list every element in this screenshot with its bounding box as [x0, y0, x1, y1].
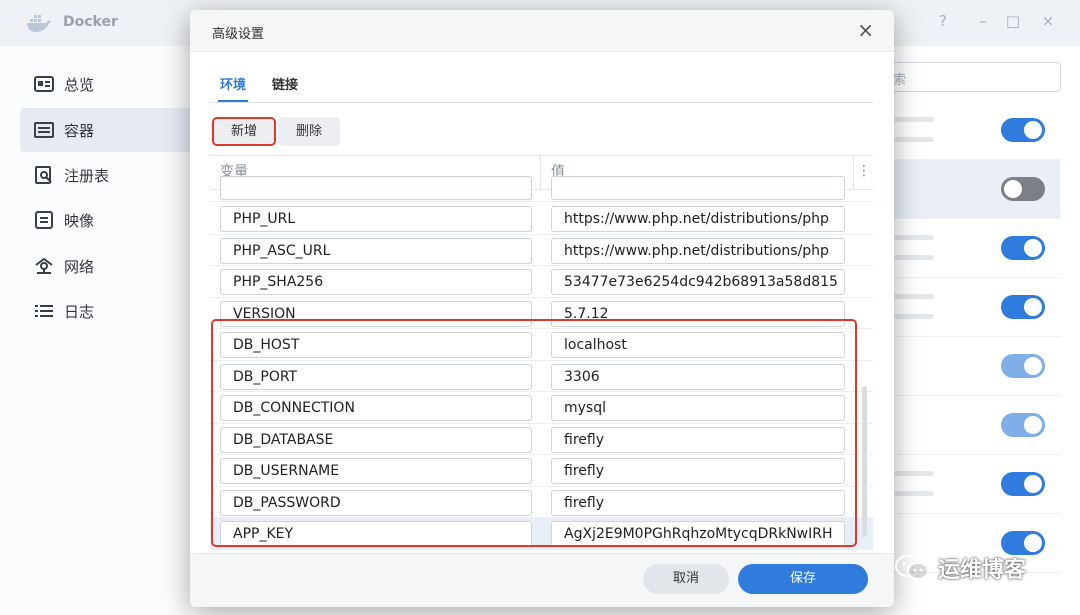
list-item[interactable] — [870, 219, 1060, 278]
image-icon — [34, 210, 54, 230]
container-toggle[interactable] — [1001, 472, 1045, 496]
log-list-icon — [34, 301, 54, 321]
list-item[interactable] — [870, 396, 1060, 455]
toggle-knob — [1004, 180, 1022, 198]
tab-links[interactable]: 链接 — [272, 74, 298, 93]
sidebar: 总览 容器 注册表 映像 网络 日志 — [0, 46, 190, 615]
table-scrollbar[interactable] — [862, 386, 867, 536]
table-row — [210, 176, 873, 202]
dialog-title: 高级设置 — [212, 27, 265, 42]
container-list-icon — [34, 120, 54, 140]
list-item-text-placeholder — [894, 137, 934, 142]
wechat-icon — [895, 555, 929, 580]
sidebar-item-label: 容器 — [64, 121, 95, 140]
maximize-icon[interactable]: □ — [1003, 12, 1023, 30]
overview-icon — [34, 74, 54, 94]
list-item-text-placeholder — [894, 117, 934, 122]
list-item[interactable] — [870, 101, 1060, 160]
list-item[interactable] — [870, 455, 1060, 514]
watermark: 运维博客 — [894, 552, 1026, 584]
network-icon — [34, 256, 54, 276]
column-options-icon[interactable]: ⋮ — [855, 156, 873, 189]
search-placeholder: 索 — [893, 73, 907, 88]
value-input[interactable]: https://www.php.net/distributions/php — [551, 237, 845, 264]
toggle-knob — [1024, 298, 1042, 316]
list-item-text-placeholder — [894, 314, 934, 319]
list-item-text-placeholder — [894, 255, 934, 260]
toggle-knob — [1024, 357, 1042, 375]
toggle-knob — [1024, 534, 1042, 552]
table-row: PHP_URL https://www.php.net/distribution… — [210, 203, 873, 235]
sidebar-item-label: 网络 — [64, 257, 95, 276]
container-toggle[interactable] — [1001, 354, 1045, 378]
container-toggle[interactable] — [1001, 295, 1045, 319]
cancel-button[interactable]: 取消 — [643, 564, 729, 594]
app-title: Docker — [63, 14, 118, 30]
sidebar-item-label: 映像 — [64, 211, 95, 230]
table-row: PHP_SHA256 53477e73e6254dc942b68913a58d8… — [210, 266, 873, 298]
tab-bar: 环境 链接 — [210, 70, 873, 103]
close-icon[interactable]: × — [857, 20, 874, 40]
container-toggle[interactable] — [1001, 413, 1045, 437]
toggle-knob — [1024, 121, 1042, 139]
list-item[interactable] — [870, 160, 1060, 219]
docker-logo-icon — [27, 15, 51, 32]
list-item[interactable] — [870, 337, 1060, 396]
sidebar-item-label: 日志 — [64, 302, 95, 321]
dialog-footer: 取消 保存 — [190, 553, 894, 607]
annotation-highlight-box — [211, 319, 857, 547]
table-row: PHP_ASC_URL https://www.php.net/distribu… — [210, 235, 873, 266]
list-item-text-placeholder — [894, 294, 934, 299]
watermark-text: 运维博客 — [938, 558, 1027, 583]
key-input[interactable]: PHP_SHA256 — [220, 269, 532, 295]
sidebar-item-overview[interactable]: 总览 — [20, 62, 190, 106]
sidebar-item-container[interactable]: 容器 — [20, 108, 190, 152]
dialog-header: 高级设置 × — [190, 10, 894, 52]
list-item[interactable] — [870, 278, 1060, 337]
value-input[interactable]: 53477e73e6254dc942b68913a58d815 — [551, 269, 845, 295]
advanced-settings-dialog: 高级设置 × 环境 链接 新增 删除 变量 值 ⋮ PHP_URL https:… — [190, 10, 894, 607]
close-window-icon[interactable]: × — [1038, 12, 1058, 30]
value-input[interactable] — [551, 176, 845, 200]
sidebar-item-label: 注册表 — [64, 166, 110, 185]
minimize-icon[interactable]: – — [973, 12, 993, 30]
value-input[interactable]: https://www.php.net/distributions/php — [551, 206, 845, 232]
key-input[interactable]: PHP_ASC_URL — [220, 237, 532, 264]
key-input[interactable]: PHP_URL — [220, 206, 532, 232]
save-button[interactable]: 保存 — [738, 564, 868, 594]
sidebar-item-network[interactable]: 网络 — [20, 244, 190, 288]
container-toggle[interactable] — [1001, 177, 1045, 201]
toggle-knob — [1024, 239, 1042, 257]
list-item-text-placeholder — [894, 471, 934, 476]
container-toggle[interactable] — [1001, 118, 1045, 142]
toggle-knob — [1024, 416, 1042, 434]
sidebar-item-image[interactable]: 映像 — [20, 198, 190, 242]
sidebar-item-label: 总览 — [64, 75, 95, 94]
list-item-text-placeholder — [894, 235, 934, 240]
add-button[interactable]: 新增 — [212, 117, 276, 146]
tab-environment[interactable]: 环境 — [220, 74, 246, 93]
container-toggle[interactable] — [1001, 236, 1045, 260]
list-item-text-placeholder — [894, 491, 934, 496]
registry-search-icon — [34, 165, 54, 185]
sidebar-item-registry[interactable]: 注册表 — [20, 153, 190, 197]
delete-button[interactable]: 删除 — [278, 117, 340, 146]
sidebar-item-log[interactable]: 日志 — [20, 289, 190, 333]
key-input[interactable] — [220, 176, 532, 200]
active-tab-indicator — [218, 100, 248, 102]
help-icon[interactable]: ? — [933, 12, 953, 30]
search-input[interactable]: 索 — [870, 62, 1061, 92]
toggle-knob — [1024, 475, 1042, 493]
